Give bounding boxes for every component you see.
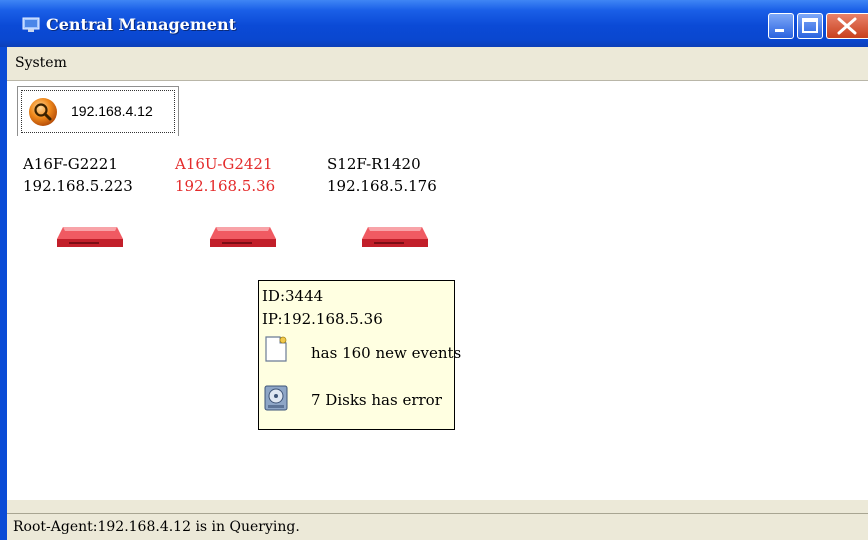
document-icon [265, 336, 287, 362]
client-area: System 192.168.4.12 A16F-G2221 192.168.5… [7, 47, 868, 540]
network-switch-icon[interactable] [208, 221, 278, 249]
tab-strip: 192.168.4.12 [7, 80, 868, 137]
menu-system[interactable]: System [15, 55, 67, 71]
device-map: A16F-G2221 192.168.5.223 A16U-G2421 192.… [7, 136, 868, 500]
tooltip-id: ID:3444 [262, 287, 324, 305]
tab-label: 192.168.4.12 [71, 103, 153, 119]
status-separator [7, 500, 868, 514]
status-text: Root-Agent:192.168.4.12 is in Querying. [13, 519, 300, 535]
central-management-window: Central Management System 192.168.4.12 A… [0, 0, 868, 540]
minimize-button[interactable] [768, 13, 794, 39]
minimize-icon [775, 29, 784, 32]
device-ip: 192.168.5.36 [175, 177, 276, 195]
close-button[interactable] [826, 13, 868, 39]
title-bar[interactable]: Central Management [0, 0, 868, 47]
device-name: A16U-G2421 [175, 155, 273, 173]
close-icon [837, 17, 857, 35]
network-switch-icon[interactable] [55, 221, 125, 249]
app-monitor-icon [22, 17, 40, 32]
menu-bar: System [7, 47, 868, 80]
device-ip: 192.168.5.223 [23, 177, 133, 195]
maximize-button[interactable] [797, 13, 823, 39]
hard-disk-icon [264, 385, 288, 411]
window-title: Central Management [46, 15, 236, 34]
tab-192-168-4-12[interactable]: 192.168.4.12 [17, 86, 179, 136]
tooltip-ip: IP:192.168.5.36 [262, 310, 383, 328]
network-switch-icon[interactable] [360, 221, 430, 249]
device-ip: 192.168.5.176 [327, 177, 437, 195]
device-name: A16F-G2221 [23, 155, 118, 173]
tooltip-disks: 7 Disks has error [311, 391, 442, 409]
device-name: S12F-R1420 [327, 155, 421, 173]
device-tooltip: ID:3444 IP:192.168.5.36 has 160 new even… [258, 280, 461, 430]
maximize-icon [802, 18, 818, 33]
status-bar: Root-Agent:192.168.4.12 is in Querying. [7, 514, 868, 540]
search-icon [29, 98, 57, 126]
tooltip-events: has 160 new events [311, 344, 462, 362]
